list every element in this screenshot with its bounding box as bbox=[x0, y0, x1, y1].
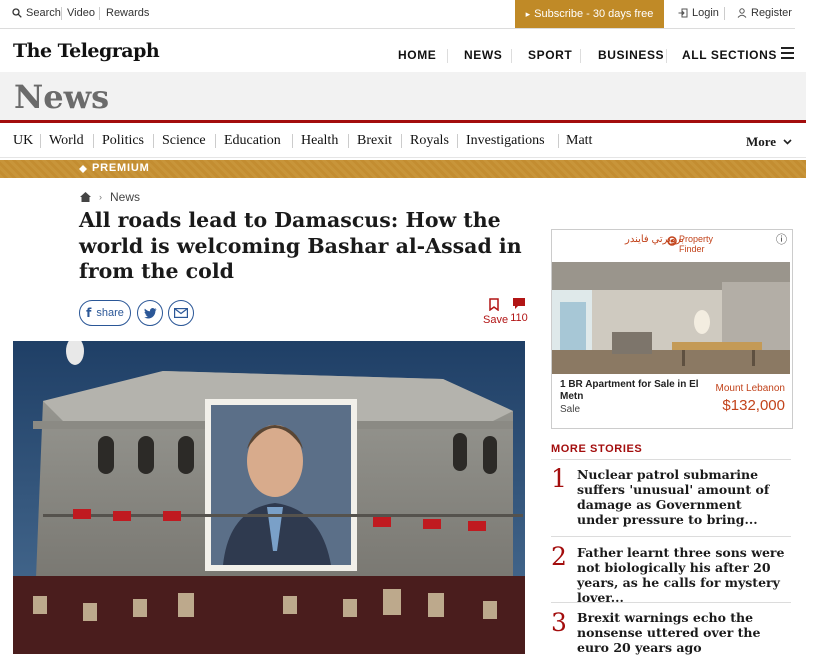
divider bbox=[40, 134, 41, 148]
register-link[interactable]: Register bbox=[737, 7, 792, 19]
more-stories-heading: MORE STORIES bbox=[551, 443, 643, 455]
divider bbox=[558, 134, 559, 148]
login-link[interactable]: Login bbox=[678, 7, 719, 19]
divider bbox=[61, 7, 62, 20]
article-hero-image bbox=[13, 341, 525, 654]
subnav-uk[interactable]: UK bbox=[13, 133, 33, 149]
login-icon bbox=[678, 8, 688, 18]
save-label: Save bbox=[483, 314, 509, 326]
hamburger-menu-icon[interactable] bbox=[781, 47, 794, 59]
nav-home[interactable]: HOME bbox=[398, 48, 436, 62]
search-icon bbox=[12, 8, 22, 18]
property-finder-logo-icon bbox=[667, 236, 677, 246]
divider bbox=[292, 134, 293, 148]
premium-label: PREMIUM bbox=[92, 162, 150, 174]
section-header bbox=[0, 72, 806, 123]
divider bbox=[580, 49, 581, 63]
twitter-icon bbox=[143, 307, 156, 318]
email-share-button[interactable] bbox=[168, 300, 194, 326]
home-icon[interactable] bbox=[80, 192, 91, 202]
ad-brand-en: Property Finder bbox=[679, 234, 714, 254]
subnav-science[interactable]: Science bbox=[162, 133, 206, 149]
breadcrumb: › News bbox=[80, 190, 140, 204]
video-label: Video bbox=[67, 7, 95, 19]
divider bbox=[551, 602, 791, 603]
more-label: More bbox=[746, 134, 777, 149]
register-label: Register bbox=[751, 7, 792, 19]
subnav-world[interactable]: World bbox=[49, 133, 84, 149]
story-link-2[interactable]: Father learnt three sons were not biolog… bbox=[577, 545, 787, 605]
rewards-label: Rewards bbox=[106, 7, 150, 19]
subnav-education[interactable]: Education bbox=[224, 133, 281, 149]
login-label: Login bbox=[692, 7, 719, 19]
email-icon bbox=[174, 308, 188, 318]
nav-news[interactable]: NEWS bbox=[464, 48, 502, 62]
ad-info-icon[interactable]: ⓘ bbox=[776, 231, 787, 247]
divider bbox=[457, 134, 458, 148]
nav-all-sections[interactable]: ALL SECTIONS bbox=[682, 48, 777, 62]
divider bbox=[215, 134, 216, 148]
subscribe-label: Subscribe - 30 days free bbox=[534, 8, 654, 20]
divider bbox=[93, 134, 94, 148]
divider bbox=[666, 49, 667, 63]
chevron-right-icon: ▸ bbox=[525, 8, 531, 19]
subnav-more-button[interactable]: More bbox=[746, 134, 792, 150]
search-link[interactable]: Search bbox=[12, 7, 61, 19]
subnav-politics[interactable]: Politics bbox=[102, 133, 144, 149]
story-number: 2 bbox=[551, 542, 567, 571]
comment-icon bbox=[513, 298, 525, 309]
search-label: Search bbox=[26, 7, 61, 19]
story-link-3[interactable]: Brexit warnings echo the nonsense uttere… bbox=[577, 610, 787, 655]
breadcrumb-news[interactable]: News bbox=[110, 190, 140, 204]
subscribe-button[interactable]: ▸ Subscribe - 30 days free bbox=[515, 0, 664, 28]
subnav-brexit[interactable]: Brexit bbox=[357, 133, 392, 149]
divider bbox=[511, 49, 512, 63]
section-title: News bbox=[14, 78, 110, 116]
video-link[interactable]: Video bbox=[67, 7, 95, 19]
ad-listing-title: 1 BR Apartment for Sale in El Metn bbox=[560, 379, 699, 402]
telegraph-logo[interactable]: The Telegraph bbox=[13, 40, 160, 62]
chevron-down-icon bbox=[783, 139, 792, 145]
subnav-investigations[interactable]: Investigations bbox=[466, 133, 545, 149]
rewards-link[interactable]: Rewards bbox=[106, 7, 149, 19]
story-number: 1 bbox=[551, 464, 567, 493]
bookmark-icon bbox=[489, 298, 499, 312]
divider bbox=[447, 49, 448, 63]
story-number: 3 bbox=[551, 608, 567, 637]
divider bbox=[153, 134, 154, 148]
diamond-icon bbox=[79, 165, 87, 173]
comments-button[interactable]: 110 bbox=[508, 298, 530, 324]
ad-price: $132,000 bbox=[722, 397, 785, 414]
ad-listing-type: Sale bbox=[560, 404, 581, 415]
subnav-matt[interactable]: Matt bbox=[566, 133, 592, 149]
divider bbox=[551, 536, 791, 537]
subnav-health[interactable]: Health bbox=[301, 133, 338, 149]
save-button[interactable]: Save bbox=[483, 298, 509, 326]
subnav-royals[interactable]: Royals bbox=[410, 133, 449, 149]
share-label: share bbox=[96, 307, 124, 319]
breadcrumb-chevron-icon: › bbox=[99, 192, 102, 202]
facebook-icon: f bbox=[86, 306, 92, 320]
divider bbox=[348, 134, 349, 148]
comment-count: 110 bbox=[510, 312, 528, 324]
divider bbox=[551, 459, 791, 460]
user-icon bbox=[737, 8, 747, 18]
divider bbox=[401, 134, 402, 148]
divider bbox=[724, 7, 725, 20]
ad-location: Mount Lebanon bbox=[715, 383, 785, 394]
nav-sport[interactable]: SPORT bbox=[528, 48, 572, 62]
facebook-share-button[interactable]: f share bbox=[79, 300, 131, 326]
nav-business[interactable]: BUSINESS bbox=[598, 48, 664, 62]
article-headline: All roads lead to Damascus: How the worl… bbox=[79, 208, 522, 283]
twitter-share-button[interactable] bbox=[137, 300, 163, 326]
divider bbox=[99, 7, 100, 20]
ad-apartment-image bbox=[552, 262, 790, 374]
story-link-1[interactable]: Nuclear patrol submarine suffers 'unusua… bbox=[577, 467, 787, 527]
